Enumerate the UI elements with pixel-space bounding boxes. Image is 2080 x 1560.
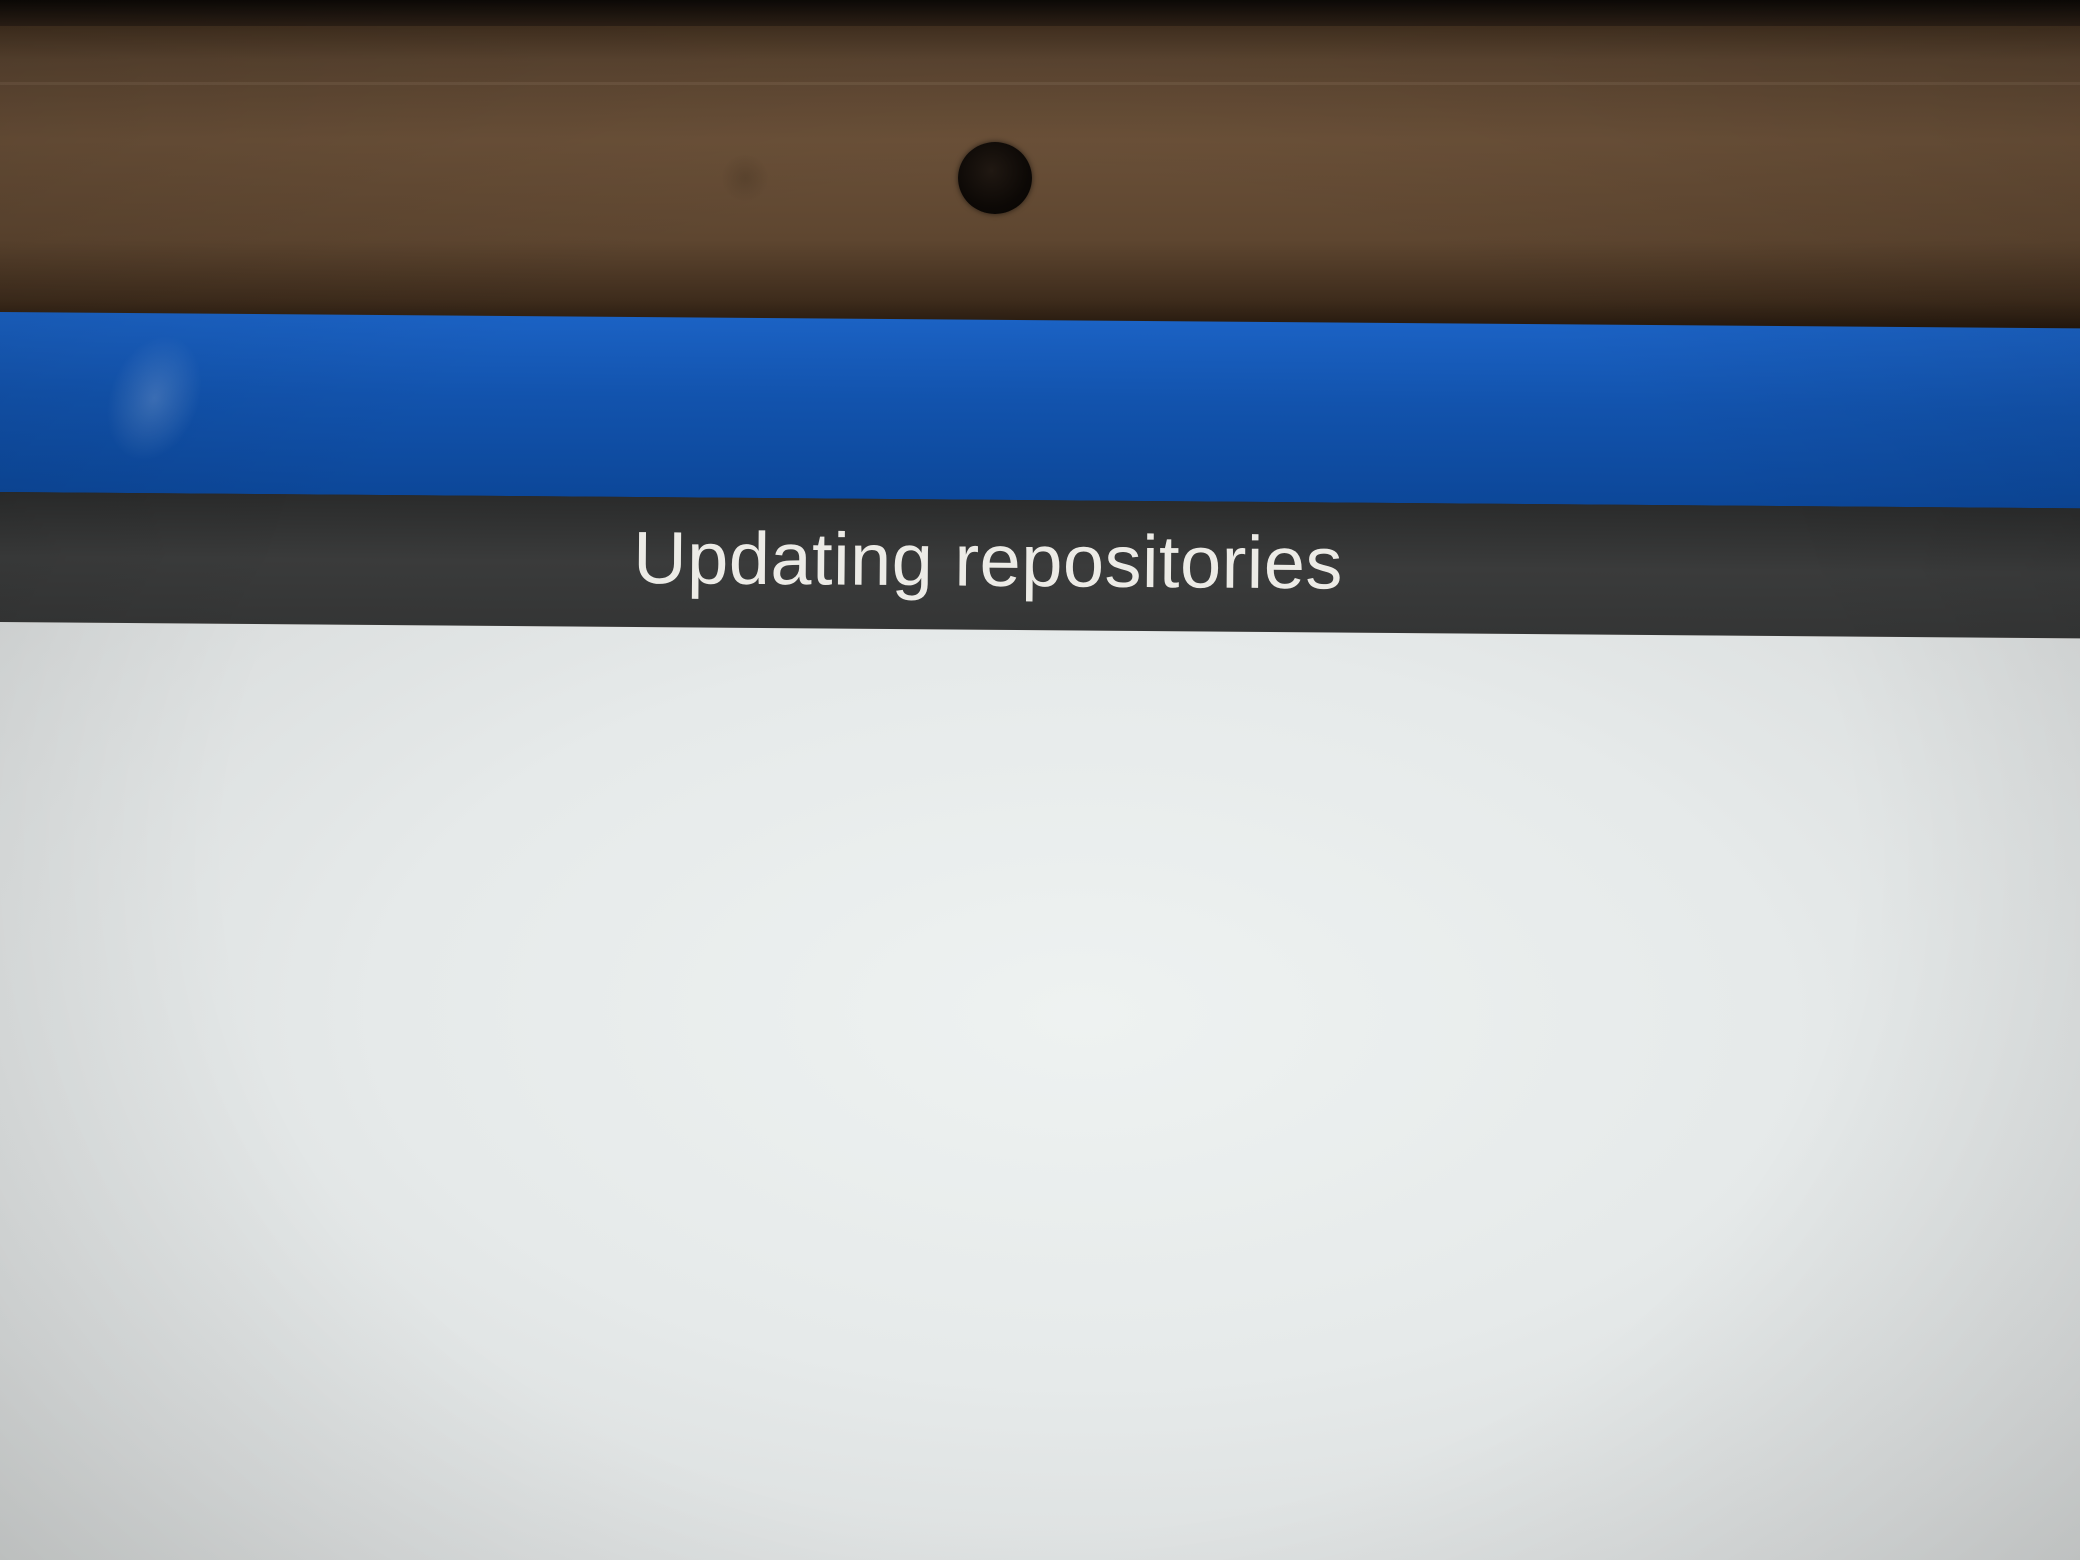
tablet-bezel	[0, 0, 2080, 330]
status-message: Updating repositories	[632, 515, 1344, 605]
photo-scene: Updating repositories	[0, 0, 2080, 1560]
light-sensor-icon	[722, 155, 768, 201]
bezel-seam	[0, 82, 2080, 85]
progress-status-bar: Updating repositories	[0, 491, 2080, 639]
content-area	[0, 621, 2080, 1560]
app-bar	[0, 311, 2080, 509]
front-camera-icon	[958, 142, 1032, 214]
bezel-top-edge	[0, 0, 2080, 26]
device-screen: Updating repositories	[0, 311, 2080, 1560]
screen-glare	[89, 321, 220, 475]
